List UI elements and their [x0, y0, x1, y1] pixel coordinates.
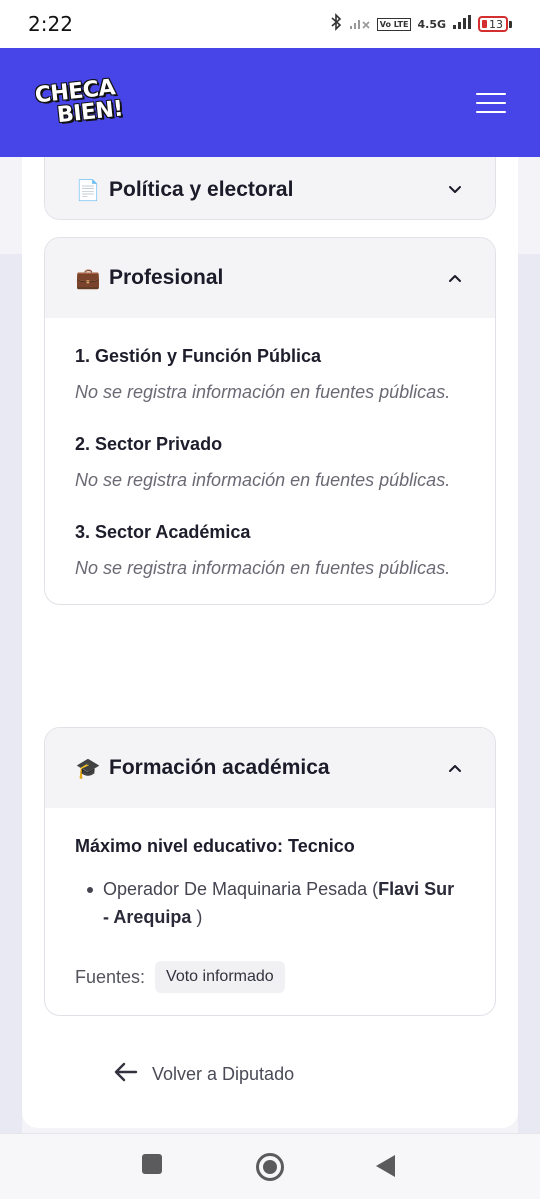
accordion-formacion: 🎓 Formación académica Máximo nivel educa…: [44, 727, 496, 1016]
subsection-title: 2. Sector Privado: [75, 434, 223, 454]
checa-bien-logo[interactable]: CHECA BIEN!: [34, 75, 124, 129]
chevron-up-icon[interactable]: [445, 758, 465, 778]
source-chip[interactable]: Voto informado: [155, 961, 285, 993]
accordion-title-politica: Política y electoral: [109, 177, 294, 201]
subsection-text: No se registra información en fuentes pú…: [75, 470, 451, 490]
sources-row: Fuentes: Voto informado: [75, 961, 465, 993]
accordion-body-profesional: 1. Gestión y Función Pública No se regis…: [45, 318, 495, 604]
education-level: Máximo nivel educativo: Tecnico: [75, 836, 355, 856]
no-signal-icon: [349, 14, 371, 34]
recent-apps-icon[interactable]: [142, 1154, 162, 1174]
accordion-title-formacion: Formación académica: [109, 756, 330, 779]
volte-badge: Vo LTE: [376, 17, 412, 31]
accordion-header-politica[interactable]: 📄 Política y electoral: [45, 157, 495, 219]
back-link-label: Volver a Diputado: [152, 1064, 295, 1084]
graduation-cap-icon: 🎓: [75, 756, 101, 780]
education-list: Operador De Maquinaria Pesada (Flavi Sur…: [75, 875, 465, 931]
accordion-header-formacion[interactable]: 🎓 Formación académica: [45, 728, 495, 808]
subsection-text: No se registra información en fuentes pú…: [75, 382, 451, 402]
education-item-prefix: Operador De Maquinaria Pesada (: [103, 879, 379, 899]
subsection-text: No se registra información en fuentes pú…: [75, 558, 451, 578]
hamburger-menu-icon[interactable]: [476, 92, 506, 113]
battery-level: 13: [489, 17, 503, 31]
subsection-title: 3. Sector Académica: [75, 522, 251, 542]
accordion-profesional: 💼 Profesional 1. Gestión y Función Públi…: [44, 237, 496, 605]
status-icons: Vo LTE 4.5G 13: [329, 13, 512, 35]
home-icon[interactable]: [256, 1153, 284, 1181]
status-time: 2:22: [28, 12, 73, 36]
system-nav-bar: [0, 1133, 540, 1199]
briefcase-icon: 💼: [75, 266, 101, 290]
accordion-header-profesional[interactable]: 💼 Profesional: [45, 238, 495, 318]
back-triangle-icon[interactable]: [376, 1155, 395, 1177]
document-icon: 📄: [75, 177, 101, 202]
status-bar: 2:22 Vo LTE 4.5G 13: [0, 0, 540, 48]
accordion-body-formacion: Máximo nivel educativo: Tecnico Operador…: [45, 808, 495, 1015]
chevron-down-icon[interactable]: [445, 180, 465, 200]
accordion-title-profesional: Profesional: [109, 266, 224, 289]
subsection-title: 1. Gestión y Función Pública: [75, 346, 322, 366]
signal-icon: [452, 14, 472, 34]
back-link[interactable]: Volver a Diputado: [114, 1062, 294, 1087]
bluetooth-icon: [329, 13, 343, 35]
battery-icon: 13: [478, 16, 512, 32]
education-item-suffix: ): [191, 907, 203, 927]
app-header: CHECA BIEN!: [0, 48, 540, 157]
arrow-left-icon: [114, 1062, 138, 1087]
network-type: 4.5G: [417, 17, 446, 31]
accordion-politica: 📄 Política y electoral: [44, 157, 496, 220]
main-content: 📄 Política y electoral 💼 Profesional 1. …: [0, 157, 540, 1133]
chevron-up-icon[interactable]: [445, 268, 465, 288]
list-item: Operador De Maquinaria Pesada (Flavi Sur…: [85, 875, 465, 931]
sources-label: Fuentes:: [75, 966, 146, 987]
